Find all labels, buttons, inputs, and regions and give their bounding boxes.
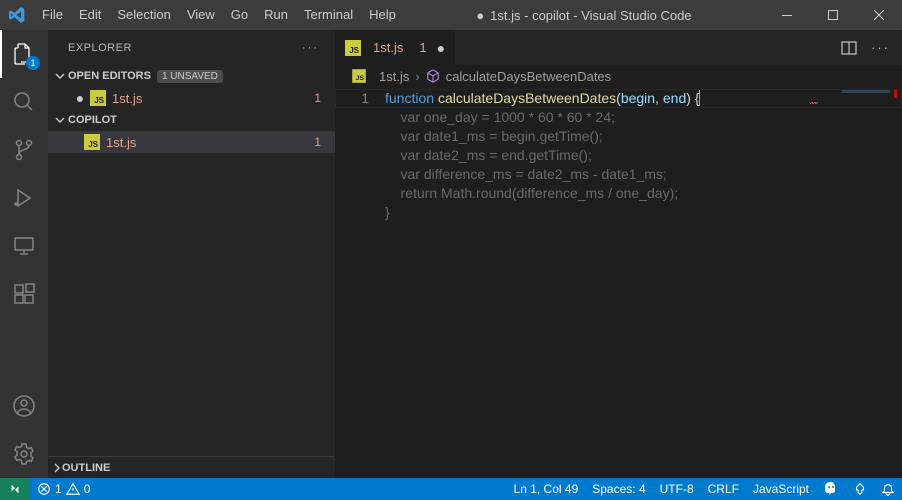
tab-active[interactable]: JS 1st.js 1 ● xyxy=(335,30,456,65)
copilot-suggestion-line: var difference_ms = date2_ms - date1_ms; xyxy=(385,166,667,182)
breadcrumb-symbol[interactable]: calculateDaysBetweenDates xyxy=(446,69,611,84)
activity-accounts-icon[interactable] xyxy=(0,382,48,430)
sidebar-explorer: EXPLORER ··· OPEN EDITORS 1 UNSAVED ● JS… xyxy=(48,30,335,478)
status-errors-count: 1 xyxy=(55,482,62,496)
method-icon xyxy=(426,69,440,83)
menu-bar: File Edit Selection View Go Run Terminal… xyxy=(34,0,404,30)
copilot-suggestion-line: var one_day = 1000 * 60 * 60 * 24; xyxy=(385,109,615,125)
tab-problem-count: 1 xyxy=(419,40,426,55)
menu-go[interactable]: Go xyxy=(223,0,256,30)
breadcrumb-file[interactable]: 1st.js xyxy=(379,69,409,84)
maximize-button[interactable] xyxy=(810,0,856,30)
tab-actions: ··· xyxy=(841,30,902,65)
vscode-logo-icon xyxy=(0,7,34,23)
menu-selection[interactable]: Selection xyxy=(109,0,178,30)
copilot-suggestion-line: var date2_ms = end.getTime(); xyxy=(385,147,592,163)
activity-remote-explorer-icon[interactable] xyxy=(0,222,48,270)
close-button[interactable] xyxy=(856,0,902,30)
chevron-down-icon xyxy=(52,71,68,81)
modified-dot-icon: ● xyxy=(476,8,484,23)
unsaved-badge: 1 UNSAVED xyxy=(157,70,223,83)
status-eol[interactable]: CRLF xyxy=(701,478,746,500)
menu-run[interactable]: Run xyxy=(256,0,296,30)
section-outline[interactable]: OUTLINE xyxy=(48,456,335,478)
activity-bar: 1 xyxy=(0,30,48,478)
copilot-suggestion-line: var date1_ms = begin.getTime(); xyxy=(385,128,603,144)
activity-extensions-icon[interactable] xyxy=(0,270,48,318)
status-problems[interactable]: 1 0 xyxy=(30,478,97,500)
sidebar-title: EXPLORER ··· xyxy=(48,30,335,65)
editor-group: JS 1st.js 1 ● ··· JS 1st.js › calculateD… xyxy=(335,30,902,478)
status-language[interactable]: JavaScript xyxy=(746,478,816,500)
js-file-icon: JS xyxy=(352,69,366,83)
status-remote-icon[interactable] xyxy=(0,478,30,500)
js-file-icon: JS xyxy=(84,134,100,150)
modified-dot-icon: ● xyxy=(72,90,88,106)
code-editor[interactable]: 1 function calculateDaysBetweenDates(beg… xyxy=(335,87,902,478)
minimap[interactable] xyxy=(832,87,902,478)
problem-count: 1 xyxy=(314,135,321,149)
code-content[interactable]: function calculateDaysBetweenDates(begin… xyxy=(385,87,700,478)
sidebar-more-icon[interactable]: ··· xyxy=(302,42,319,54)
open-editor-item[interactable]: ● JS 1st.js 1 xyxy=(48,87,335,109)
activity-run-debug-icon[interactable] xyxy=(0,174,48,222)
menu-file[interactable]: File xyxy=(34,0,71,30)
chevron-right-icon xyxy=(52,463,62,473)
split-editor-icon[interactable] xyxy=(841,40,857,56)
activity-search-icon[interactable] xyxy=(0,78,48,126)
folder-file-item[interactable]: JS 1st.js 1 xyxy=(48,131,335,153)
line-number: 1 xyxy=(335,89,369,108)
chevron-down-icon xyxy=(52,115,68,125)
menu-edit[interactable]: Edit xyxy=(71,0,109,30)
status-copilot-icon[interactable] xyxy=(816,478,846,500)
js-file-icon: JS xyxy=(90,90,106,106)
activity-explorer-icon[interactable]: 1 xyxy=(0,30,48,78)
status-bar: 1 0 Ln 1, Col 49 Spaces: 4 UTF-8 CRLF Ja… xyxy=(0,478,902,500)
menu-view[interactable]: View xyxy=(179,0,223,30)
line-number-gutter: 1 xyxy=(335,87,385,478)
status-feedback-icon[interactable] xyxy=(846,478,874,500)
sidebar-title-text: EXPLORER xyxy=(68,42,132,54)
status-notifications-icon[interactable] xyxy=(874,478,902,500)
minimap-error-marker xyxy=(894,90,897,98)
error-squiggle xyxy=(810,102,818,104)
copilot-suggestion-line: return Math.round(difference_ms / one_da… xyxy=(385,185,678,201)
title-bar: File Edit Selection View Go Run Terminal… xyxy=(0,0,902,30)
tab-bar: JS 1st.js 1 ● ··· xyxy=(335,30,902,65)
menu-help[interactable]: Help xyxy=(361,0,404,30)
menu-terminal[interactable]: Terminal xyxy=(296,0,361,30)
minimize-button[interactable] xyxy=(764,0,810,30)
js-file-icon: JS xyxy=(345,40,361,56)
section-open-editors-label: OPEN EDITORS xyxy=(68,70,151,82)
modified-dot-icon[interactable]: ● xyxy=(437,40,445,56)
open-editor-filename: 1st.js xyxy=(112,91,142,106)
section-folder[interactable]: COPILOT xyxy=(48,109,335,131)
copilot-suggestion-line: } xyxy=(385,204,390,220)
status-cursor-position[interactable]: Ln 1, Col 49 xyxy=(507,478,586,500)
status-indentation[interactable]: Spaces: 4 xyxy=(585,478,652,500)
window-title: ● 1st.js - copilot - Visual Studio Code xyxy=(404,8,764,23)
activity-source-control-icon[interactable] xyxy=(0,126,48,174)
editor-more-icon[interactable]: ··· xyxy=(871,40,890,55)
tab-filename: 1st.js xyxy=(373,40,403,55)
breadcrumb[interactable]: JS 1st.js › calculateDaysBetweenDates xyxy=(335,65,902,87)
explorer-badge: 1 xyxy=(26,56,40,70)
chevron-right-icon: › xyxy=(415,69,419,84)
problem-count: 1 xyxy=(314,91,321,105)
status-warnings-count: 0 xyxy=(84,482,91,496)
section-outline-label: OUTLINE xyxy=(62,462,110,474)
folder-filename: 1st.js xyxy=(106,135,136,150)
window-title-text: 1st.js - copilot - Visual Studio Code xyxy=(490,8,691,23)
status-encoding[interactable]: UTF-8 xyxy=(653,478,701,500)
section-open-editors[interactable]: OPEN EDITORS 1 UNSAVED xyxy=(48,65,335,87)
window-controls xyxy=(764,0,902,30)
section-folder-label: COPILOT xyxy=(68,114,117,126)
activity-settings-icon[interactable] xyxy=(0,430,48,478)
